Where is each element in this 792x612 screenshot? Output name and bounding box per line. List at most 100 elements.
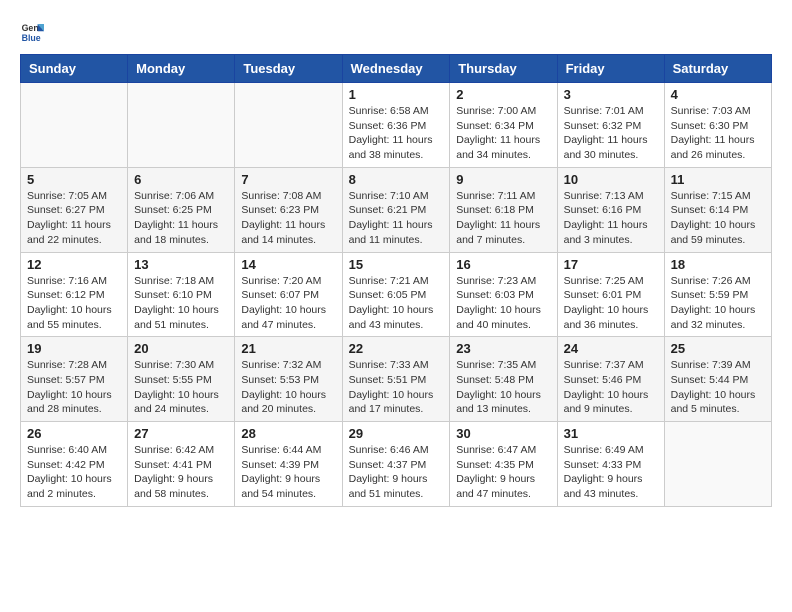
calendar-day-cell: 8Sunrise: 7:10 AM Sunset: 6:21 PM Daylig… (342, 167, 450, 252)
day-number: 27 (134, 426, 228, 441)
day-info: Sunrise: 7:03 AM Sunset: 6:30 PM Dayligh… (671, 104, 765, 163)
day-number: 25 (671, 341, 765, 356)
calendar-day-cell: 20 Sunrise: 7:30 AM Sunset: 5:55 PM Dayli… (128, 337, 235, 422)
day-number: 17 (564, 257, 658, 272)
day-number: 26 (27, 426, 121, 441)
calendar-header-row: SundayMondayTuesdayWednesdayThursdayFrid… (21, 55, 772, 83)
weekday-header-monday: Monday (128, 55, 235, 83)
day-number: 6 (134, 172, 228, 187)
day-number: 30 (456, 426, 550, 441)
calendar-day-cell: 2 Sunrise: 7:00 AM Sunset: 6:34 PM Daylig… (450, 83, 557, 168)
day-info: Sunrise: 7:16 AM Sunset: 6:12 PM Dayligh… (27, 274, 121, 333)
calendar-day-cell: 29 Sunrise: 6:46 AM Sunset: 4:37 PM Dayli… (342, 422, 450, 507)
day-number: 16 (456, 257, 550, 272)
day-number: 19 (27, 341, 121, 356)
day-number: 23 (456, 341, 550, 356)
day-info: Sunrise: 6:47 AM Sunset: 4:35 PM Dayligh… (456, 443, 550, 502)
empty-day-cell (21, 83, 128, 168)
calendar-day-cell: 22Sunrise: 7:33 AM Sunset: 5:51 PM Dayli… (342, 337, 450, 422)
day-number: 9 (456, 172, 550, 187)
calendar-week-row: 12Sunrise: 7:16 AM Sunset: 6:12 PM Dayli… (21, 252, 772, 337)
calendar-week-row: 1 Sunrise: 6:58 AM Sunset: 6:36 PM Daylig… (21, 83, 772, 168)
day-info: Sunrise: 7:39 AM Sunset: 5:44 PM Dayligh… (671, 358, 765, 417)
calendar-day-cell: 19 Sunrise: 7:28 AM Sunset: 5:57 PM Dayli… (21, 337, 128, 422)
calendar-day-cell: 6 Sunrise: 7:06 AM Sunset: 6:25 PM Daylig… (128, 167, 235, 252)
calendar-week-row: 26 Sunrise: 6:40 AM Sunset: 4:42 PM Dayli… (21, 422, 772, 507)
day-number: 13 (134, 257, 228, 272)
calendar-day-cell: 9 Sunrise: 7:11 AM Sunset: 6:18 PM Daylig… (450, 167, 557, 252)
calendar-week-row: 5Sunrise: 7:05 AM Sunset: 6:27 PM Daylig… (21, 167, 772, 252)
calendar-day-cell: 11 Sunrise: 7:15 AM Sunset: 6:14 PM Dayli… (664, 167, 771, 252)
day-info: Sunrise: 7:30 AM Sunset: 5:55 PM Dayligh… (134, 358, 228, 417)
day-info: Sunrise: 7:35 AM Sunset: 5:48 PM Dayligh… (456, 358, 550, 417)
day-number: 5 (27, 172, 121, 187)
day-info: Sunrise: 7:18 AM Sunset: 6:10 PM Dayligh… (134, 274, 228, 333)
empty-day-cell (664, 422, 771, 507)
day-number: 10 (564, 172, 658, 187)
day-number: 20 (134, 341, 228, 356)
day-info: Sunrise: 6:40 AM Sunset: 4:42 PM Dayligh… (27, 443, 121, 502)
day-info: Sunrise: 7:32 AM Sunset: 5:53 PM Dayligh… (241, 358, 335, 417)
calendar-day-cell: 13 Sunrise: 7:18 AM Sunset: 6:10 PM Dayli… (128, 252, 235, 337)
empty-day-cell (128, 83, 235, 168)
day-info: Sunrise: 6:49 AM Sunset: 4:33 PM Dayligh… (564, 443, 658, 502)
calendar-day-cell: 31 Sunrise: 6:49 AM Sunset: 4:33 PM Dayli… (557, 422, 664, 507)
day-info: Sunrise: 7:28 AM Sunset: 5:57 PM Dayligh… (27, 358, 121, 417)
day-info: Sunrise: 7:01 AM Sunset: 6:32 PM Dayligh… (564, 104, 658, 163)
day-number: 18 (671, 257, 765, 272)
day-info: Sunrise: 7:23 AM Sunset: 6:03 PM Dayligh… (456, 274, 550, 333)
day-number: 7 (241, 172, 335, 187)
weekday-header-thursday: Thursday (450, 55, 557, 83)
day-number: 3 (564, 87, 658, 102)
day-info: Sunrise: 7:11 AM Sunset: 6:18 PM Dayligh… (456, 189, 550, 248)
calendar-day-cell: 24 Sunrise: 7:37 AM Sunset: 5:46 PM Dayli… (557, 337, 664, 422)
calendar-day-cell: 27 Sunrise: 6:42 AM Sunset: 4:41 PM Dayli… (128, 422, 235, 507)
empty-day-cell (235, 83, 342, 168)
day-number: 31 (564, 426, 658, 441)
day-number: 22 (349, 341, 444, 356)
day-number: 29 (349, 426, 444, 441)
calendar-day-cell: 1 Sunrise: 6:58 AM Sunset: 6:36 PM Daylig… (342, 83, 450, 168)
day-number: 11 (671, 172, 765, 187)
logo-icon: General Blue (20, 20, 44, 44)
weekday-header-friday: Friday (557, 55, 664, 83)
calendar-day-cell: 21 Sunrise: 7:32 AM Sunset: 5:53 PM Dayli… (235, 337, 342, 422)
calendar: SundayMondayTuesdayWednesdayThursdayFrid… (20, 54, 772, 507)
day-number: 15 (349, 257, 444, 272)
day-info: Sunrise: 7:06 AM Sunset: 6:25 PM Dayligh… (134, 189, 228, 248)
weekday-header-tuesday: Tuesday (235, 55, 342, 83)
day-info: Sunrise: 6:46 AM Sunset: 4:37 PM Dayligh… (349, 443, 444, 502)
calendar-day-cell: 12Sunrise: 7:16 AM Sunset: 6:12 PM Dayli… (21, 252, 128, 337)
day-info: Sunrise: 7:15 AM Sunset: 6:14 PM Dayligh… (671, 189, 765, 248)
calendar-day-cell: 28 Sunrise: 6:44 AM Sunset: 4:39 PM Dayli… (235, 422, 342, 507)
svg-text:Blue: Blue (22, 33, 41, 43)
calendar-day-cell: 25 Sunrise: 7:39 AM Sunset: 5:44 PM Dayli… (664, 337, 771, 422)
calendar-day-cell: 18 Sunrise: 7:26 AM Sunset: 5:59 PM Dayli… (664, 252, 771, 337)
day-number: 24 (564, 341, 658, 356)
day-info: Sunrise: 6:44 AM Sunset: 4:39 PM Dayligh… (241, 443, 335, 502)
day-number: 1 (349, 87, 444, 102)
day-number: 8 (349, 172, 444, 187)
day-info: Sunrise: 6:58 AM Sunset: 6:36 PM Dayligh… (349, 104, 444, 163)
day-info: Sunrise: 7:26 AM Sunset: 5:59 PM Dayligh… (671, 274, 765, 333)
weekday-header-wednesday: Wednesday (342, 55, 450, 83)
day-number: 14 (241, 257, 335, 272)
calendar-day-cell: 23 Sunrise: 7:35 AM Sunset: 5:48 PM Dayli… (450, 337, 557, 422)
calendar-day-cell: 7Sunrise: 7:08 AM Sunset: 6:23 PM Daylig… (235, 167, 342, 252)
day-info: Sunrise: 7:13 AM Sunset: 6:16 PM Dayligh… (564, 189, 658, 248)
calendar-day-cell: 14Sunrise: 7:20 AM Sunset: 6:07 PM Dayli… (235, 252, 342, 337)
day-number: 4 (671, 87, 765, 102)
day-number: 2 (456, 87, 550, 102)
day-number: 28 (241, 426, 335, 441)
logo: General Blue (20, 20, 44, 44)
day-info: Sunrise: 7:00 AM Sunset: 6:34 PM Dayligh… (456, 104, 550, 163)
day-info: Sunrise: 7:21 AM Sunset: 6:05 PM Dayligh… (349, 274, 444, 333)
calendar-day-cell: 26 Sunrise: 6:40 AM Sunset: 4:42 PM Dayli… (21, 422, 128, 507)
calendar-day-cell: 16 Sunrise: 7:23 AM Sunset: 6:03 PM Dayli… (450, 252, 557, 337)
calendar-week-row: 19 Sunrise: 7:28 AM Sunset: 5:57 PM Dayli… (21, 337, 772, 422)
day-number: 21 (241, 341, 335, 356)
calendar-day-cell: 30 Sunrise: 6:47 AM Sunset: 4:35 PM Dayli… (450, 422, 557, 507)
day-info: Sunrise: 7:37 AM Sunset: 5:46 PM Dayligh… (564, 358, 658, 417)
calendar-day-cell: 10 Sunrise: 7:13 AM Sunset: 6:16 PM Dayli… (557, 167, 664, 252)
day-info: Sunrise: 6:42 AM Sunset: 4:41 PM Dayligh… (134, 443, 228, 502)
